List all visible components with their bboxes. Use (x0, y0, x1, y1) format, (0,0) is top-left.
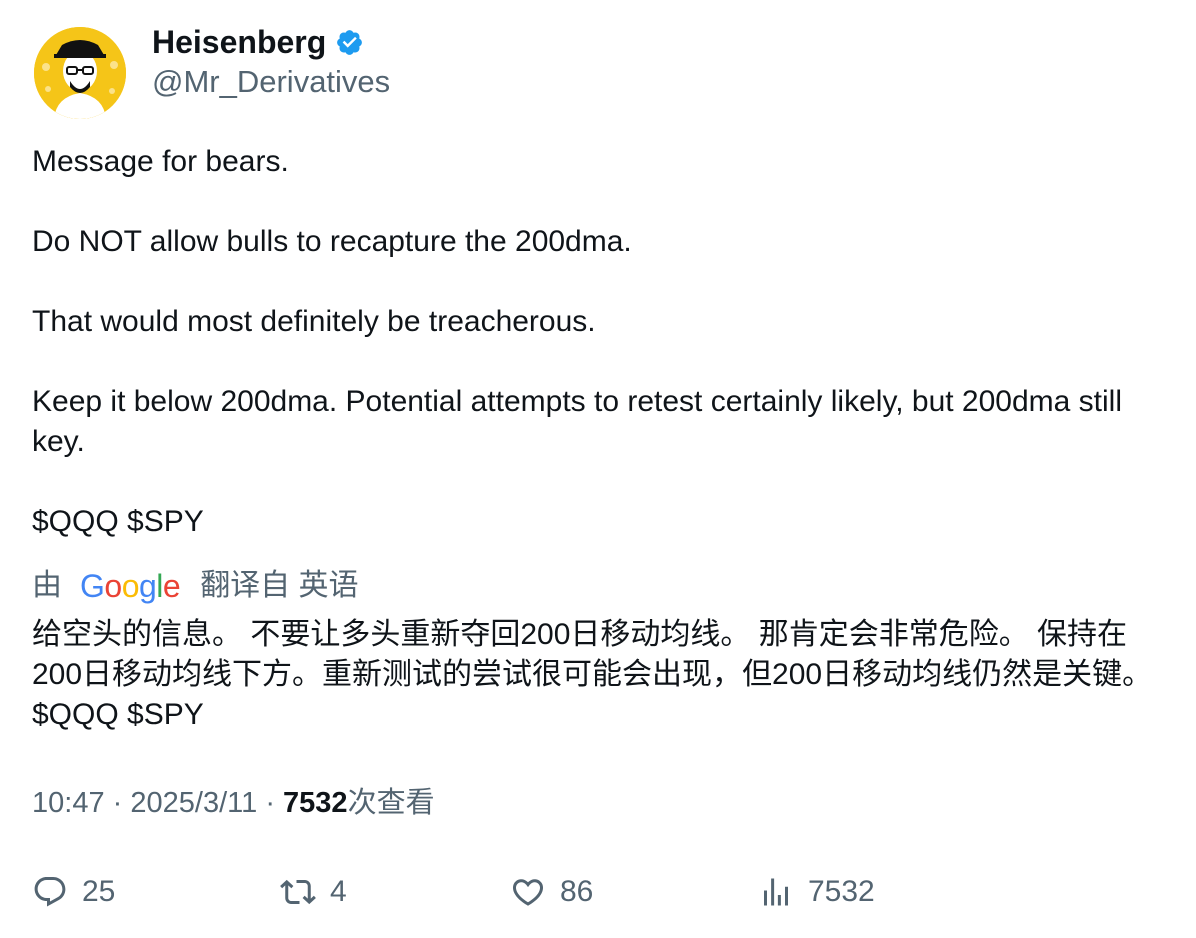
like-count: 86 (560, 875, 594, 908)
like-button[interactable]: 86 (510, 870, 593, 914)
views-button[interactable]: 7532 (758, 870, 875, 914)
reply-count: 25 (82, 875, 116, 908)
meta-separator: · (112, 787, 123, 819)
retweet-count: 4 (330, 875, 347, 908)
retweet-icon (280, 879, 316, 905)
heart-icon (512, 879, 544, 906)
reply-button[interactable]: 25 (32, 870, 115, 914)
retweet-button[interactable]: 4 (280, 870, 347, 914)
tweet-date[interactable]: 2025/3/11 (130, 787, 257, 819)
tweet-time[interactable]: 10:47 (32, 787, 105, 819)
avatar[interactable] (34, 27, 126, 119)
handle[interactable]: @Mr_Derivatives (152, 62, 390, 102)
display-name[interactable]: Heisenberg (152, 22, 326, 62)
translation-prefix: 由 (32, 569, 62, 602)
tweet-text: Message for bears. Do NOT allow bulls to… (32, 142, 1172, 542)
views-label: 次查看 (347, 787, 435, 819)
meta-separator: · (265, 787, 275, 819)
reply-icon (34, 877, 66, 907)
translation-suffix: 翻译自 英语 (200, 569, 359, 602)
action-bar: 25 4 86 7532 (0, 870, 1196, 914)
translated-text: 给空头的信息。 不要让多头重新夺回200日移动均线。 那肯定会非常危险。 保持在… (32, 618, 1153, 731)
verified-badge-icon (335, 28, 364, 57)
analytics-icon (764, 878, 788, 906)
translation-attribution: 由 Google 翻译自 英语 (32, 566, 359, 606)
tweet-paragraph: $QQQ $SPY (32, 505, 204, 538)
tweet-meta: 10:47 · 2025/3/11 · 7532次查看 (32, 783, 435, 823)
views-count: 7532 (283, 787, 348, 819)
tweet-paragraph: That would most definitely be treacherou… (32, 305, 596, 338)
tweet-paragraph: Keep it below 200dma. Potential attempts… (32, 385, 1123, 458)
views-action-count: 7532 (808, 875, 875, 908)
tweet-paragraph: Do NOT allow bulls to recapture the 200d… (32, 225, 632, 258)
author-name-row: Heisenberg (152, 22, 364, 62)
tweet-paragraph: Message for bears. (32, 145, 289, 178)
google-logo: Google (80, 568, 181, 604)
